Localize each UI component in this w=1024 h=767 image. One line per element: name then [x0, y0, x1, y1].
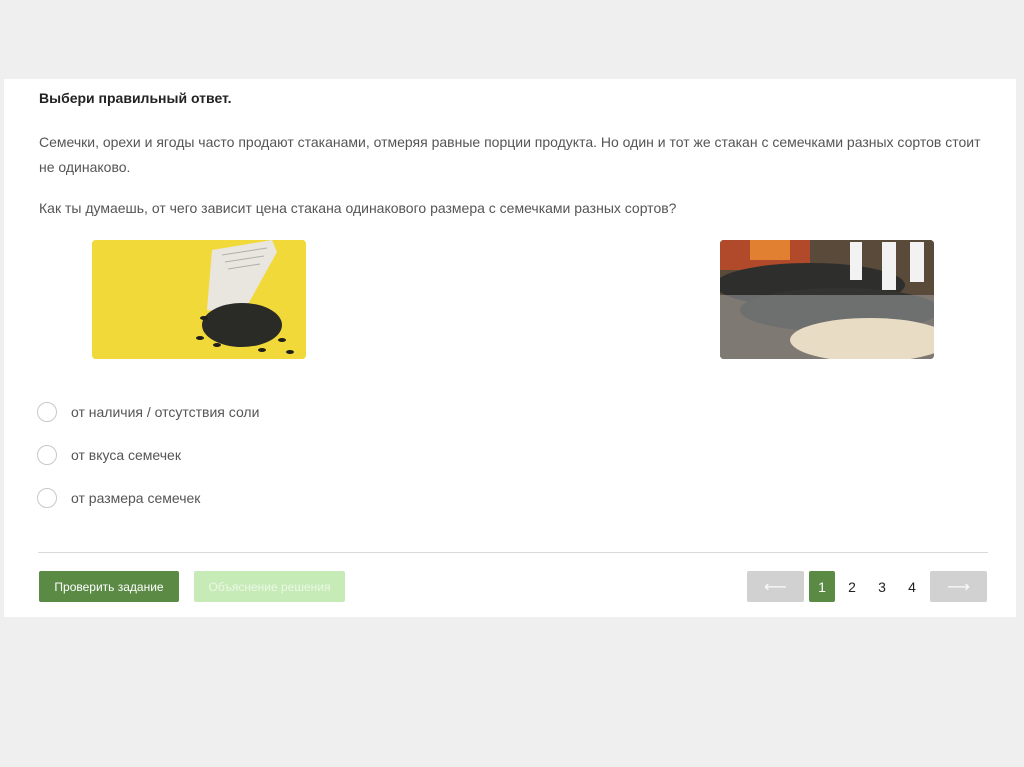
seeds-cone-image	[92, 240, 306, 359]
arrow-right-icon: ⟶	[947, 578, 970, 596]
radio-button[interactable]	[37, 401, 57, 422]
option-size[interactable]: от размера семечек	[37, 476, 259, 519]
market-seeds-image	[720, 240, 934, 359]
page-1[interactable]: 1	[809, 571, 835, 602]
divider	[38, 552, 988, 553]
page-4[interactable]: 4	[899, 571, 925, 602]
task-card: Выбери правильный ответ. Семечки, орехи …	[4, 79, 1016, 617]
radio-button[interactable]	[37, 444, 57, 465]
explanation-button[interactable]: Объяснение решения	[194, 571, 345, 602]
page-3[interactable]: 3	[869, 571, 895, 602]
radio-button[interactable]	[37, 487, 57, 508]
arrow-left-icon: ⟵	[764, 578, 787, 596]
task-paragraph: Семечки, орехи и ягоды часто продают ста…	[39, 134, 981, 175]
option-label: от вкуса семечек	[71, 446, 181, 463]
next-page-button[interactable]: ⟶	[930, 571, 987, 602]
option-salt[interactable]: от наличия / отсутствия соли	[37, 390, 259, 433]
task-prompt: Выбери правильный ответ.	[39, 90, 232, 106]
page-2[interactable]: 2	[839, 571, 865, 602]
answer-options: от наличия / отсутствия соли от вкуса се…	[37, 390, 259, 519]
check-task-button[interactable]: Проверить задание	[39, 571, 179, 602]
prev-page-button[interactable]: ⟵	[747, 571, 804, 602]
option-label: от наличия / отсутствия соли	[71, 403, 260, 420]
option-taste[interactable]: от вкуса семечек	[37, 433, 259, 476]
task-question: Как ты думаешь, от чего зависит цена ста…	[39, 200, 677, 216]
option-label: от размера семечек	[71, 489, 201, 506]
